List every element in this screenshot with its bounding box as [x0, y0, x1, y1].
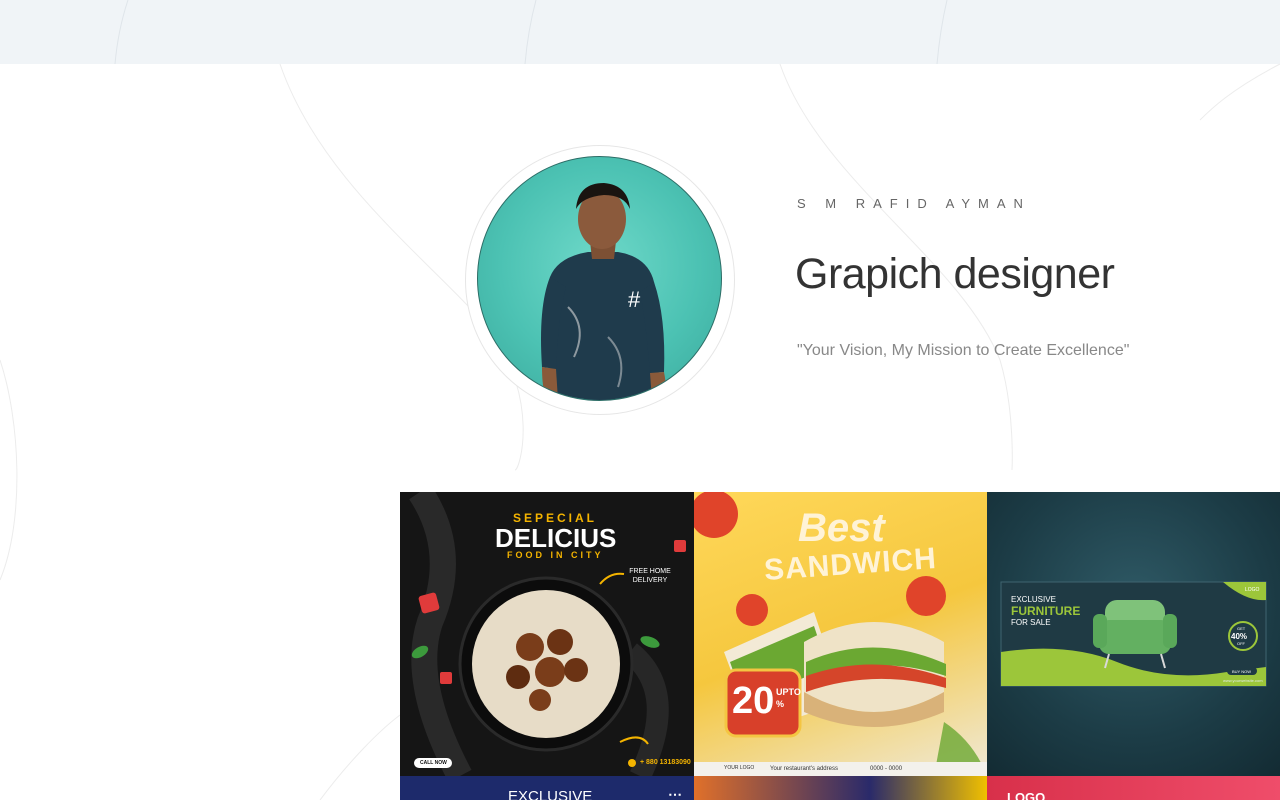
- exclusive-headline: EXCLUSIVE: [508, 788, 593, 800]
- profile-photo: #: [541, 183, 666, 400]
- food-call-button: CALL NOW: [420, 760, 447, 766]
- portfolio-item-exclusive[interactable]: EXCLUSIVE ⋯: [400, 776, 694, 800]
- sandwich-headline-1: Best: [798, 506, 885, 550]
- more-dots-icon: ⋯: [668, 786, 683, 800]
- designer-name: S M RAFID AYMAN: [797, 196, 1031, 211]
- food-delivery-badge: FREE HOME DELIVERY: [629, 568, 671, 584]
- furniture-kicker: EXCLUSIVE: [1011, 595, 1056, 604]
- portfolio-item-delicius[interactable]: SEPECIAL DELICIUS FOOD IN CITY FREE HOME…: [400, 492, 694, 776]
- furniture-headline: FURNITURE: [1011, 604, 1081, 618]
- sandwich-discount-suffix: UPTO %: [776, 687, 801, 709]
- profile-avatar: #: [477, 156, 722, 401]
- furniture-badge-top: GET: [1237, 626, 1246, 631]
- sandwich-address: Your restaurant's address: [770, 766, 838, 772]
- portfolio-item-promo[interactable]: [694, 776, 987, 800]
- furniture-subline: FOR SALE: [1011, 618, 1051, 627]
- portfolio-item-furniture[interactable]: EXCLUSIVE FURNITURE FOR SALE GET 40% OFF…: [987, 492, 1280, 776]
- portfolio-item-logo[interactable]: LOGO: [987, 776, 1280, 800]
- svg-text:#: #: [628, 287, 641, 312]
- food-phone: + 880 13183090: [640, 759, 691, 766]
- sandwich-logo: YOUR LOGO: [724, 765, 755, 771]
- furniture-badge-bottom: OFF: [1237, 641, 1245, 646]
- portfolio-gallery: SEPECIAL DELICIUS FOOD IN CITY FREE HOME…: [400, 492, 1280, 800]
- logo-headline: LOGO: [1007, 790, 1046, 800]
- designer-role-heading: Grapich designer: [795, 250, 1115, 298]
- sandwich-phone: 0000 - 0000: [870, 766, 903, 772]
- portfolio-item-sandwich[interactable]: Best SANDWICH 20 UPTO % YOUR LOGO Your r…: [694, 492, 987, 776]
- furniture-buy-button: BUY NOW: [1232, 669, 1252, 674]
- furniture-url: www.yourwebsite.com: [1223, 678, 1263, 683]
- designer-tagline: "Your Vision, My Mission to Create Excel…: [797, 342, 1130, 359]
- furniture-badge-value: 40%: [1231, 632, 1248, 641]
- sandwich-discount: 20: [732, 680, 775, 722]
- food-subline: FOOD IN CITY: [507, 550, 604, 560]
- furniture-logo: LOGO: [1245, 587, 1260, 593]
